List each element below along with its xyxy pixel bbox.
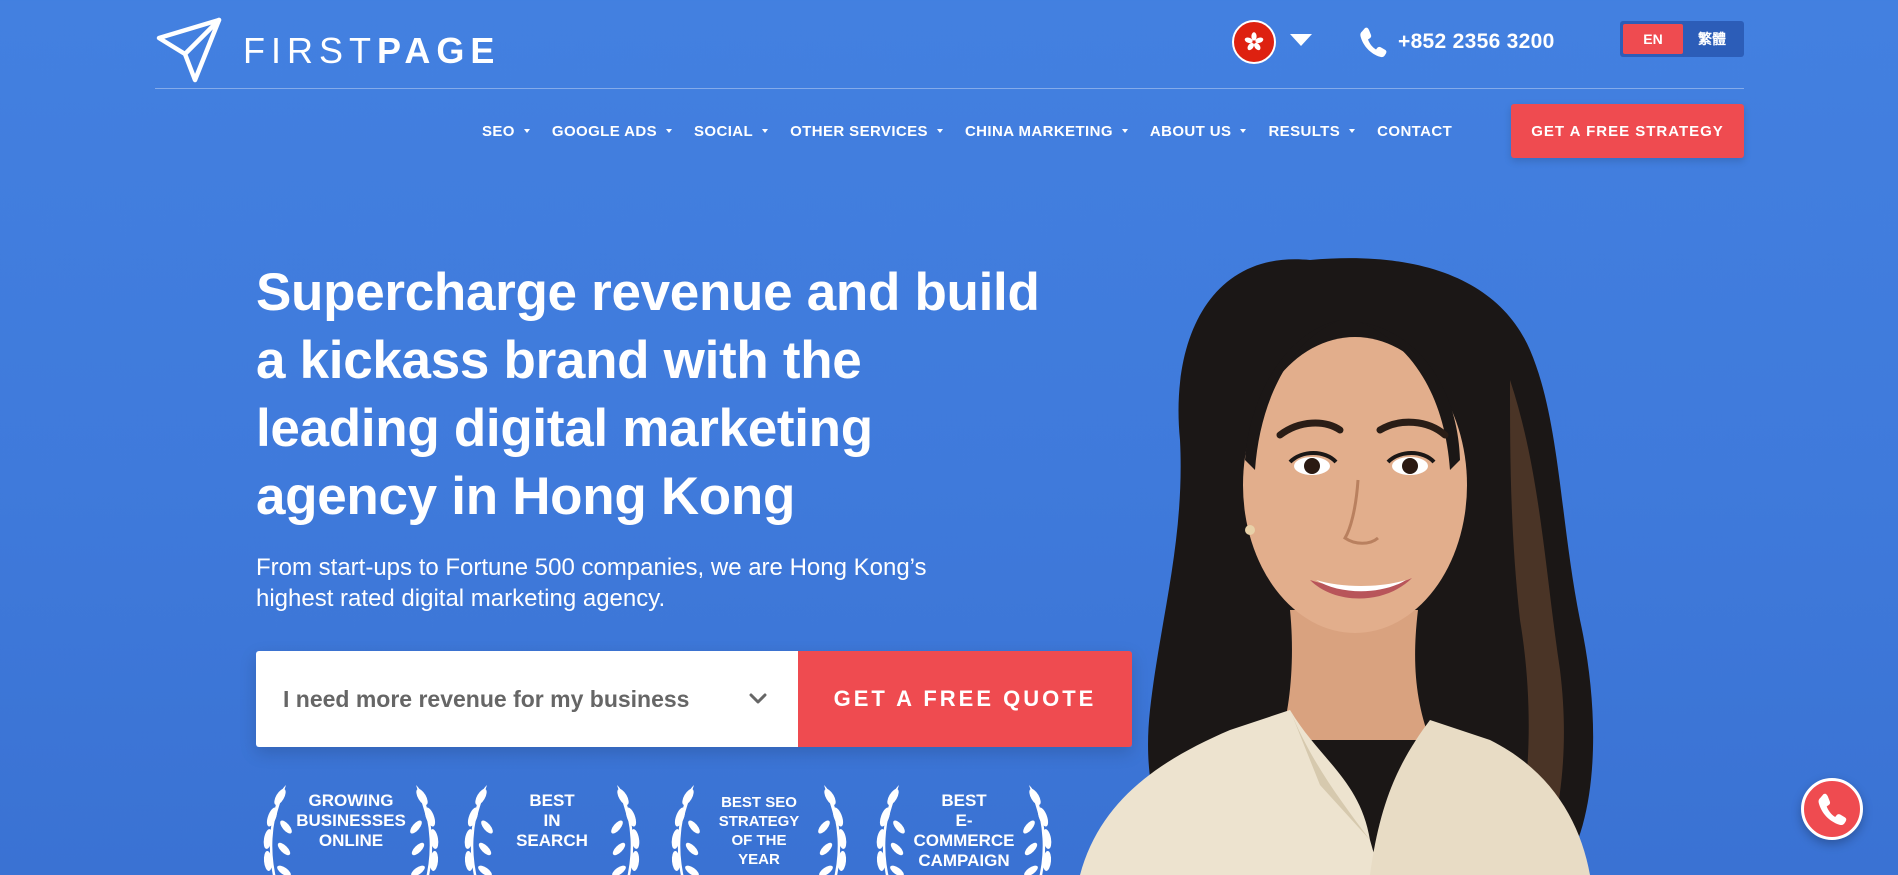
header-divider bbox=[155, 88, 1744, 89]
award-text: GROWING BUSINESSES ONLINE bbox=[296, 791, 406, 851]
caret-down-icon bbox=[1349, 129, 1356, 133]
nav-label: SOCIAL bbox=[694, 122, 754, 140]
main-nav: SEO GOOGLE ADS SOCIAL OTHER SERVICES CHI… bbox=[482, 121, 1474, 141]
logo-word-first: FIRST bbox=[243, 30, 377, 71]
header-phone[interactable]: +852 2356 3200 bbox=[1358, 26, 1555, 58]
nav-label: OTHER SERVICES bbox=[790, 122, 928, 140]
laurel-right-icon bbox=[611, 785, 640, 875]
caret-down-icon bbox=[523, 129, 530, 133]
caret-down-icon bbox=[666, 129, 673, 133]
paper-plane-icon bbox=[156, 17, 222, 83]
award-line: BEST bbox=[529, 791, 575, 810]
nav-label: SEO bbox=[482, 122, 515, 140]
award-line: IN bbox=[543, 811, 561, 830]
award-badge: BEST E-COMMERCE CAMPAIGN bbox=[869, 783, 1059, 875]
free-strategy-button[interactable]: GET A FREE STRATEGY bbox=[1511, 104, 1744, 158]
lang-zh-button[interactable]: 繁體 bbox=[1683, 24, 1741, 54]
goal-select-value: I need more revenue for my business bbox=[283, 685, 690, 712]
call-fab-button[interactable] bbox=[1801, 778, 1863, 840]
region-dropdown-caret-icon[interactable] bbox=[1290, 34, 1312, 46]
award-line: CAMPAIGN bbox=[918, 851, 1010, 870]
nav-item-contact[interactable]: CONTACT bbox=[1377, 123, 1452, 140]
award-badge: BEST SEO STRATEGY OF THE YEAR bbox=[664, 783, 854, 875]
caret-down-icon bbox=[1240, 129, 1247, 133]
nav-item-about-us[interactable]: ABOUT US bbox=[1150, 123, 1247, 140]
award-badge: BEST IN SEARCH bbox=[457, 783, 647, 875]
hero-subhead: From start-ups to Fortune 500 companies,… bbox=[256, 552, 1016, 614]
award-line: OF THE bbox=[731, 832, 787, 849]
nav-item-china-marketing[interactable]: CHINA MARKETING bbox=[965, 123, 1128, 140]
logo-word-page: PAGE bbox=[377, 30, 501, 71]
nav-item-social[interactable]: SOCIAL bbox=[694, 122, 769, 140]
hero-person-image bbox=[1080, 258, 1594, 875]
caret-down-icon bbox=[936, 129, 943, 133]
award-line: BUSINESSES bbox=[296, 811, 406, 830]
language-toggle[interactable]: EN 繁體 bbox=[1620, 21, 1744, 57]
subhead-line: highest rated digital marketing agency. bbox=[256, 585, 666, 612]
logo-wordmark: FIRSTPAGE bbox=[243, 30, 500, 72]
award-text: BEST E-COMMERCE CAMPAIGN bbox=[909, 791, 1019, 871]
award-text: BEST SEO STRATEGY OF THE YEAR bbox=[704, 793, 814, 869]
headline-line: agency in Hong Kong bbox=[256, 467, 796, 526]
award-badge: GROWING BUSINESSES ONLINE bbox=[256, 783, 446, 875]
award-line: GROWING bbox=[308, 791, 394, 810]
headline-line: Supercharge revenue and build bbox=[256, 263, 1040, 322]
nav-label: CONTACT bbox=[1377, 122, 1453, 140]
nav-label: ABOUT US bbox=[1149, 122, 1232, 140]
nav-item-results[interactable]: RESULTS bbox=[1268, 122, 1356, 140]
award-line: BEST SEO bbox=[721, 794, 797, 811]
phone-number: +852 2356 3200 bbox=[1398, 30, 1555, 53]
subhead-line: From start-ups to Fortune 500 companies,… bbox=[256, 554, 927, 581]
nav-item-google-ads[interactable]: GOOGLE ADS bbox=[551, 122, 673, 140]
phone-icon bbox=[1360, 27, 1387, 58]
award-line: BEST bbox=[941, 791, 987, 810]
award-line: E-COMMERCE bbox=[913, 811, 1015, 850]
nav-item-seo[interactable]: SEO bbox=[482, 123, 530, 140]
headline-line: a kickass brand with the bbox=[256, 331, 862, 390]
caret-down-icon bbox=[762, 129, 769, 133]
award-line: SEARCH bbox=[516, 831, 588, 850]
award-line: ONLINE bbox=[318, 831, 384, 850]
chevron-down-icon bbox=[749, 693, 767, 704]
award-line: YEAR bbox=[738, 851, 780, 868]
nav-label: RESULTS bbox=[1268, 122, 1341, 140]
award-line: STRATEGY bbox=[718, 813, 800, 830]
quote-form: I need more revenue for my business GET … bbox=[256, 651, 1132, 747]
site-logo[interactable]: FIRSTPAGE bbox=[155, 16, 500, 86]
bauhinia-icon bbox=[1244, 32, 1264, 51]
laurel-right-icon bbox=[410, 785, 439, 875]
goal-select[interactable]: I need more revenue for my business bbox=[256, 651, 798, 747]
hero-headline: Supercharge revenue and build a kickass … bbox=[256, 259, 1126, 531]
laurel-right-icon bbox=[818, 785, 847, 875]
phone-icon bbox=[1818, 793, 1847, 826]
award-text: BEST IN SEARCH bbox=[497, 791, 607, 851]
lang-en-button[interactable]: EN bbox=[1623, 24, 1683, 54]
nav-label: CHINA MARKETING bbox=[964, 122, 1113, 140]
nav-item-other-services[interactable]: OTHER SERVICES bbox=[790, 123, 943, 140]
caret-down-icon bbox=[1121, 129, 1128, 133]
nav-label: GOOGLE ADS bbox=[551, 122, 658, 140]
hong-kong-flag-icon[interactable] bbox=[1232, 20, 1276, 64]
headline-line: leading digital marketing bbox=[256, 399, 873, 458]
